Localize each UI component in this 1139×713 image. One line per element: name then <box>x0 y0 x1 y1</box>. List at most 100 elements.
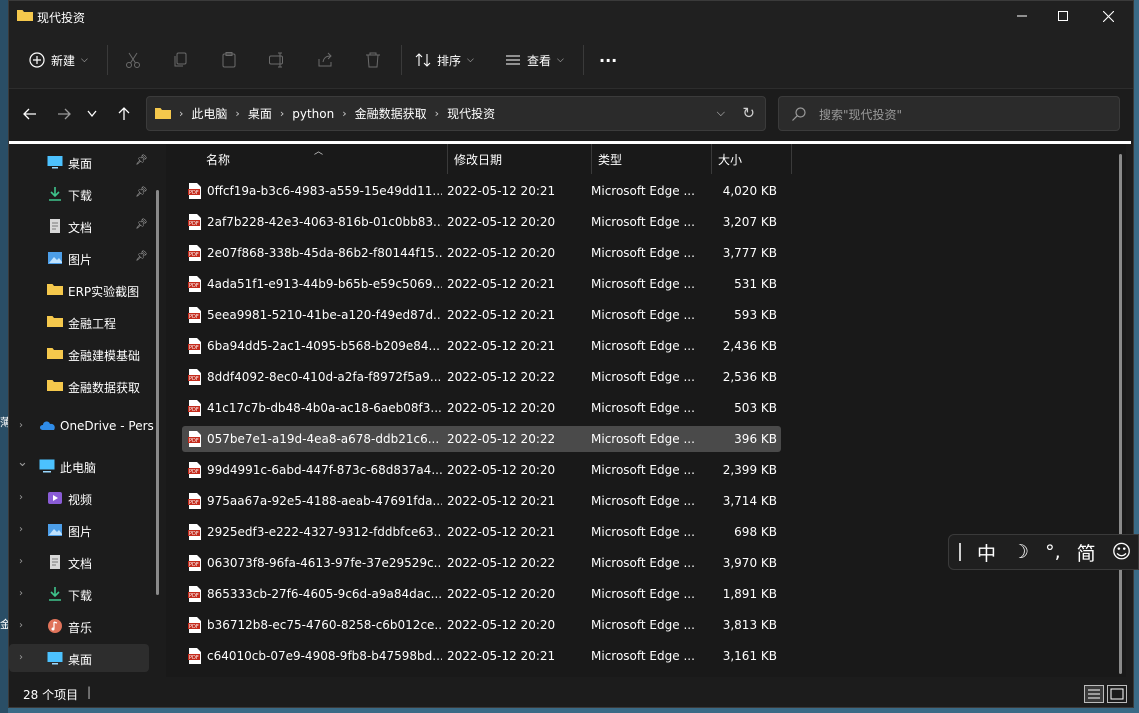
sidebar-item[interactable]: › 图片 <box>9 516 149 544</box>
breadcrumb-item[interactable]: 此电脑 <box>191 105 227 122</box>
recent-locations-button[interactable] <box>82 103 102 125</box>
sort-button[interactable]: 排序 ⌵ <box>415 47 474 73</box>
maximize-button[interactable] <box>1040 1 1086 31</box>
column-divider[interactable] <box>591 144 592 174</box>
details-view-button[interactable] <box>1084 685 1104 703</box>
file-date: 2022-05-12 20:21 <box>447 277 556 291</box>
file-row[interactable]: PDF 2af7b228-42e3-4063-816b-01c0bb83... 20… <box>182 209 781 235</box>
file-row[interactable]: PDF 4ada51f1-e913-44b9-b65b-e59c5069... 20… <box>182 271 781 297</box>
sidebar-item-label: 文档 <box>68 557 93 571</box>
column-divider[interactable] <box>447 144 448 174</box>
file-row[interactable]: PDF 975aa67a-92e5-4188-aeab-47691fda... 20… <box>182 488 781 514</box>
pdf-file-icon: PDF <box>188 369 202 385</box>
file-list-scrollbar[interactable] <box>1119 154 1122 674</box>
sidebar-item[interactable]: ⌄ 此电脑 <box>9 452 149 480</box>
ime-script-toggle[interactable]: 简 <box>1077 539 1096 566</box>
column-header-type[interactable]: 类型 <box>598 144 622 174</box>
delete-icon[interactable] <box>364 51 382 69</box>
file-row[interactable]: PDF 41c17c7b-db48-4b0a-ac18-6aeb08f3... 20… <box>182 395 781 421</box>
ime-halfwidth-icon[interactable]: ☽ <box>1012 541 1029 563</box>
ime-drag-handle[interactable] <box>959 543 961 561</box>
sidebar-item[interactable]: 金融建模基础 <box>9 340 149 368</box>
pdf-file-icon: PDF <box>188 245 202 261</box>
ime-punctuation-toggle[interactable]: °, <box>1045 541 1061 563</box>
chevron-right-icon[interactable]: › <box>19 524 23 535</box>
column-header-date[interactable]: 修改日期 <box>454 144 502 174</box>
file-row[interactable]: PDF 6ba94dd5-2ac1-4095-b568-b209e84... 202… <box>182 333 781 359</box>
chevron-right-icon[interactable]: › <box>19 588 23 599</box>
ime-mode-toggle[interactable]: 中 <box>977 539 996 566</box>
sidebar-item[interactable]: 文档 📌︎ <box>9 212 149 240</box>
pin-icon[interactable]: 📌︎ <box>135 219 148 230</box>
pdf-file-icon: PDF <box>188 493 202 509</box>
column-header-size[interactable]: 大小 <box>718 144 742 174</box>
rename-icon[interactable] <box>268 51 286 69</box>
close-button[interactable] <box>1085 1 1131 31</box>
sidebar-item[interactable]: › 文档 <box>9 548 149 576</box>
sidebar-item[interactable]: 金融工程 <box>9 308 149 336</box>
refresh-icon[interactable]: ↻ <box>742 104 755 122</box>
forward-button[interactable] <box>51 103 77 125</box>
file-row[interactable]: PDF 063073f8-96fa-4613-97fe-37e29529c... 2… <box>182 550 781 576</box>
more-options-button[interactable]: ··· <box>599 47 617 73</box>
file-row[interactable]: PDF 0ffcf19a-b3c6-4983-a559-15e49dd11... 2… <box>182 178 781 204</box>
file-row[interactable]: PDF 057be7e1-a19d-4ea8-a678-ddb21c6... 202… <box>182 426 781 452</box>
file-row[interactable]: PDF 99d4991c-6abd-447f-873c-68d837a4... 20… <box>182 457 781 483</box>
sidebar-item[interactable]: › 桌面 <box>9 644 149 672</box>
ime-emoji-icon[interactable]: ☺ <box>1112 541 1132 563</box>
file-row[interactable]: PDF 865333cb-27f6-4605-9c6d-a9a84dac... 20… <box>182 581 781 607</box>
paste-icon[interactable] <box>220 51 238 69</box>
file-row[interactable]: PDF 2925edf3-e222-4327-9312-fddbfce63... 2… <box>182 519 781 545</box>
address-bar[interactable]: › 此电脑 › 桌面 › python › 金融数据获取 › 现代投资 ⌵ ↻ <box>146 96 766 131</box>
file-date: 2022-05-12 20:21 <box>447 649 556 663</box>
new-button[interactable]: 新建 ⌵ <box>29 47 88 73</box>
pin-icon[interactable]: 📌︎ <box>135 251 148 262</box>
share-icon[interactable] <box>316 51 334 69</box>
sidebar-item[interactable]: ERP实验截图 <box>9 276 149 304</box>
sidebar-item[interactable]: › 下载 <box>9 580 149 608</box>
view-button[interactable]: 查看 ⌵ <box>505 47 564 73</box>
file-size: 2,536 KB <box>722 370 777 384</box>
back-button[interactable] <box>17 103 43 125</box>
chevron-right-icon[interactable]: › <box>19 652 23 663</box>
file-row[interactable]: PDF 2e07f868-338b-45da-86b2-f80144f15... 2… <box>182 240 781 266</box>
chevron-right-icon[interactable]: › <box>19 492 23 503</box>
sidebar-item[interactable]: 图片 📌︎ <box>9 244 149 272</box>
sidebar-item[interactable]: 金融数据获取 <box>9 372 149 400</box>
file-row[interactable]: PDF 8ddf4092-8ec0-410d-a2fa-f8972f5a9... 2… <box>182 364 781 390</box>
file-row[interactable]: PDF c64010cb-07e9-4908-9fb8-b47598bd... 20… <box>182 643 781 669</box>
tiles-view-button[interactable] <box>1107 685 1127 703</box>
file-name: 2925edf3-e222-4327-9312-fddbfce63... <box>207 525 442 539</box>
breadcrumb-item[interactable]: 金融数据获取 <box>355 105 427 122</box>
ime-toolbar[interactable]: 中 ☽ °, 简 ☺ <box>948 534 1139 570</box>
search-box[interactable]: 搜索"现代投资" <box>778 96 1120 131</box>
file-row[interactable]: PDF b36712b8-ec75-4760-8258-c6b012ce... 20… <box>182 612 781 638</box>
breadcrumb-item[interactable]: 现代投资 <box>447 105 495 122</box>
breadcrumb-item[interactable]: 桌面 <box>248 105 272 122</box>
breadcrumb-item[interactable]: python <box>292 107 334 121</box>
sidebar-item[interactable]: 桌面 📌︎ <box>9 148 149 176</box>
pin-icon[interactable]: 📌︎ <box>135 187 148 198</box>
pdf-file-icon: PDF <box>188 555 202 571</box>
up-button[interactable] <box>111 103 137 125</box>
column-divider[interactable] <box>791 144 792 174</box>
pin-icon[interactable]: 📌︎ <box>135 155 148 166</box>
sidebar-scrollbar[interactable] <box>156 190 159 595</box>
sidebar-item[interactable]: › OneDrive - Pers <box>9 412 154 440</box>
copy-icon[interactable] <box>172 51 190 69</box>
chevron-right-icon[interactable]: › <box>19 556 23 567</box>
file-row[interactable]: PDF 5eea9981-5210-41be-a120-f49ed87d... 20… <box>182 302 781 328</box>
sidebar-item[interactable]: › 音乐 <box>9 612 149 640</box>
sidebar-item[interactable]: › 视频 <box>9 484 149 512</box>
chevron-down-icon[interactable]: ⌄ <box>17 455 28 470</box>
navigation-pane: 桌面 📌︎ 下载 📌︎ 文档 📌︎ 图片 📌︎ ERP实验截图 金融工程 金融建模基础 金融数据获取 ›… <box>9 144 163 677</box>
address-history-button[interactable]: ⌵ <box>717 106 725 120</box>
minimize-button[interactable] <box>999 1 1045 31</box>
cut-icon[interactable] <box>124 51 142 69</box>
chevron-right-icon[interactable]: › <box>19 620 23 631</box>
column-divider[interactable] <box>711 144 712 174</box>
search-input[interactable]: 搜索"现代投资" <box>819 106 902 123</box>
chevron-right-icon[interactable]: › <box>19 420 23 431</box>
sidebar-item[interactable]: 下载 📌︎ <box>9 180 149 208</box>
column-header-name[interactable]: 名称 <box>206 144 230 174</box>
